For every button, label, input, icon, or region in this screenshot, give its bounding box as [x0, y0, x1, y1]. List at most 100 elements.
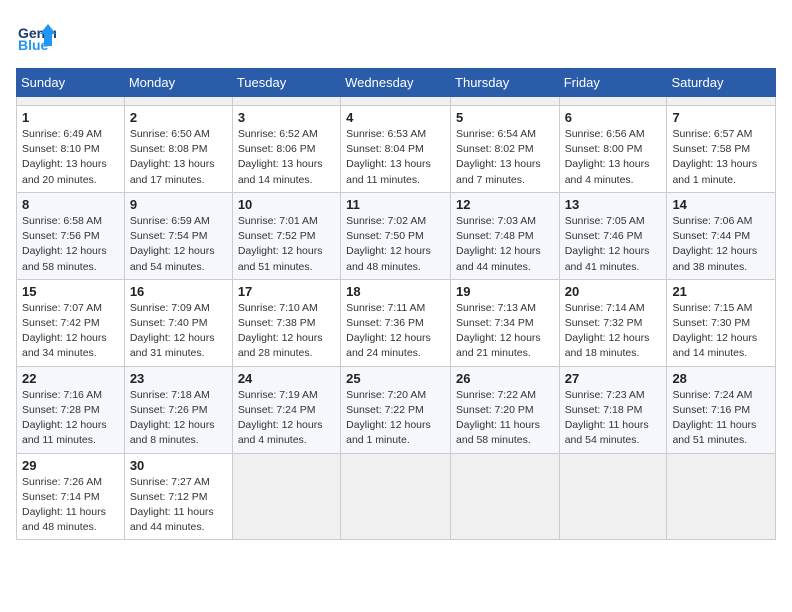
- calendar-table: SundayMondayTuesdayWednesdayThursdayFrid…: [16, 68, 776, 540]
- col-header-saturday: Saturday: [667, 69, 776, 97]
- calendar-cell: 28 Sunrise: 7:24 AMSunset: 7:16 PMDayligh…: [667, 366, 776, 453]
- calendar-cell: [232, 97, 340, 106]
- day-info: Sunrise: 7:14 AMSunset: 7:32 PMDaylight:…: [565, 301, 662, 362]
- day-number: 8: [22, 197, 119, 212]
- calendar-cell: [667, 453, 776, 540]
- calendar-cell: [559, 453, 667, 540]
- calendar-cell: 15 Sunrise: 7:07 AMSunset: 7:42 PMDayligh…: [17, 279, 125, 366]
- day-number: 15: [22, 284, 119, 299]
- col-header-thursday: Thursday: [451, 69, 560, 97]
- calendar-cell: 7 Sunrise: 6:57 AMSunset: 7:58 PMDaylight…: [667, 106, 776, 193]
- day-info: Sunrise: 7:26 AMSunset: 7:14 PMDaylight:…: [22, 475, 119, 536]
- calendar-cell: 2 Sunrise: 6:50 AMSunset: 8:08 PMDaylight…: [124, 106, 232, 193]
- calendar-cell: [451, 97, 560, 106]
- day-number: 20: [565, 284, 662, 299]
- day-number: 28: [672, 371, 770, 386]
- calendar-cell: [232, 453, 340, 540]
- calendar-week-row: 22Sunrise: 7:16 AMSunset: 7:28 PMDayligh…: [17, 366, 776, 453]
- day-number: 13: [565, 197, 662, 212]
- day-info: Sunrise: 7:05 AMSunset: 7:46 PMDaylight:…: [565, 214, 662, 275]
- day-info: Sunrise: 6:53 AMSunset: 8:04 PMDaylight:…: [346, 127, 445, 188]
- day-number: 3: [238, 110, 335, 125]
- calendar-cell: 17Sunrise: 7:10 AMSunset: 7:38 PMDayligh…: [232, 279, 340, 366]
- calendar-cell: 16 Sunrise: 7:09 AMSunset: 7:40 PMDayligh…: [124, 279, 232, 366]
- calendar-cell: 23Sunrise: 7:18 AMSunset: 7:26 PMDayligh…: [124, 366, 232, 453]
- day-info: Sunrise: 7:27 AMSunset: 7:12 PMDaylight:…: [130, 475, 227, 536]
- day-info: Sunrise: 7:15 AMSunset: 7:30 PMDaylight:…: [672, 301, 770, 362]
- day-info: Sunrise: 7:16 AMSunset: 7:28 PMDaylight:…: [22, 388, 119, 449]
- day-info: Sunrise: 7:23 AMSunset: 7:18 PMDaylight:…: [565, 388, 662, 449]
- day-number: 12: [456, 197, 554, 212]
- day-number: 2: [130, 110, 227, 125]
- day-info: Sunrise: 6:57 AMSunset: 7:58 PMDaylight:…: [672, 127, 770, 188]
- calendar-cell: 11 Sunrise: 7:02 AMSunset: 7:50 PMDayligh…: [341, 192, 451, 279]
- calendar-cell: 22Sunrise: 7:16 AMSunset: 7:28 PMDayligh…: [17, 366, 125, 453]
- logo: General Blue: [16, 16, 60, 56]
- calendar-cell: 20 Sunrise: 7:14 AMSunset: 7:32 PMDayligh…: [559, 279, 667, 366]
- day-number: 30: [130, 458, 227, 473]
- day-info: Sunrise: 6:59 AMSunset: 7:54 PMDaylight:…: [130, 214, 227, 275]
- calendar-header-row: SundayMondayTuesdayWednesdayThursdayFrid…: [17, 69, 776, 97]
- day-info: Sunrise: 7:07 AMSunset: 7:42 PMDaylight:…: [22, 301, 119, 362]
- calendar-cell: 30 Sunrise: 7:27 AMSunset: 7:12 PMDayligh…: [124, 453, 232, 540]
- day-number: 1: [22, 110, 119, 125]
- day-info: Sunrise: 6:58 AMSunset: 7:56 PMDaylight:…: [22, 214, 119, 275]
- logo-icon: General Blue: [16, 16, 56, 56]
- calendar-cell: [124, 97, 232, 106]
- day-info: Sunrise: 7:20 AMSunset: 7:22 PMDaylight:…: [346, 388, 445, 449]
- day-info: Sunrise: 7:13 AMSunset: 7:34 PMDaylight:…: [456, 301, 554, 362]
- calendar-week-row: 29Sunrise: 7:26 AMSunset: 7:14 PMDayligh…: [17, 453, 776, 540]
- day-number: 7: [672, 110, 770, 125]
- day-number: 21: [672, 284, 770, 299]
- day-info: Sunrise: 6:56 AMSunset: 8:00 PMDaylight:…: [565, 127, 662, 188]
- day-number: 24: [238, 371, 335, 386]
- calendar-cell: 29Sunrise: 7:26 AMSunset: 7:14 PMDayligh…: [17, 453, 125, 540]
- day-number: 14: [672, 197, 770, 212]
- day-info: Sunrise: 7:02 AMSunset: 7:50 PMDaylight:…: [346, 214, 445, 275]
- col-header-tuesday: Tuesday: [232, 69, 340, 97]
- col-header-monday: Monday: [124, 69, 232, 97]
- day-number: 11: [346, 197, 445, 212]
- day-info: Sunrise: 7:24 AMSunset: 7:16 PMDaylight:…: [672, 388, 770, 449]
- day-number: 23: [130, 371, 227, 386]
- day-number: 26: [456, 371, 554, 386]
- calendar-cell: 3 Sunrise: 6:52 AMSunset: 8:06 PMDaylight…: [232, 106, 340, 193]
- calendar-cell: 27 Sunrise: 7:23 AMSunset: 7:18 PMDayligh…: [559, 366, 667, 453]
- calendar-cell: [341, 97, 451, 106]
- calendar-cell: 4Sunrise: 6:53 AMSunset: 8:04 PMDaylight…: [341, 106, 451, 193]
- calendar-cell: [451, 453, 560, 540]
- calendar-cell: 13 Sunrise: 7:05 AMSunset: 7:46 PMDayligh…: [559, 192, 667, 279]
- calendar-cell: 26Sunrise: 7:22 AMSunset: 7:20 PMDayligh…: [451, 366, 560, 453]
- day-number: 10: [238, 197, 335, 212]
- day-info: Sunrise: 7:11 AMSunset: 7:36 PMDaylight:…: [346, 301, 445, 362]
- calendar-cell: 24Sunrise: 7:19 AMSunset: 7:24 PMDayligh…: [232, 366, 340, 453]
- day-info: Sunrise: 7:03 AMSunset: 7:48 PMDaylight:…: [456, 214, 554, 275]
- calendar-week-row: 15 Sunrise: 7:07 AMSunset: 7:42 PMDayligh…: [17, 279, 776, 366]
- day-info: Sunrise: 7:01 AMSunset: 7:52 PMDaylight:…: [238, 214, 335, 275]
- day-number: 27: [565, 371, 662, 386]
- day-number: 6: [565, 110, 662, 125]
- col-header-sunday: Sunday: [17, 69, 125, 97]
- calendar-cell: [559, 97, 667, 106]
- day-number: 9: [130, 197, 227, 212]
- day-number: 16: [130, 284, 227, 299]
- calendar-week-row: 8 Sunrise: 6:58 AMSunset: 7:56 PMDaylight…: [17, 192, 776, 279]
- page-header: General Blue: [16, 16, 776, 56]
- calendar-cell: 5Sunrise: 6:54 AMSunset: 8:02 PMDaylight…: [451, 106, 560, 193]
- day-info: Sunrise: 7:06 AMSunset: 7:44 PMDaylight:…: [672, 214, 770, 275]
- calendar-cell: 6 Sunrise: 6:56 AMSunset: 8:00 PMDaylight…: [559, 106, 667, 193]
- day-info: Sunrise: 6:49 AMSunset: 8:10 PMDaylight:…: [22, 127, 119, 188]
- day-info: Sunrise: 6:52 AMSunset: 8:06 PMDaylight:…: [238, 127, 335, 188]
- calendar-cell: 12 Sunrise: 7:03 AMSunset: 7:48 PMDayligh…: [451, 192, 560, 279]
- calendar-cell: 18Sunrise: 7:11 AMSunset: 7:36 PMDayligh…: [341, 279, 451, 366]
- calendar-cell: 21 Sunrise: 7:15 AMSunset: 7:30 PMDayligh…: [667, 279, 776, 366]
- calendar-week-row: [17, 97, 776, 106]
- calendar-cell: 25Sunrise: 7:20 AMSunset: 7:22 PMDayligh…: [341, 366, 451, 453]
- day-info: Sunrise: 6:54 AMSunset: 8:02 PMDaylight:…: [456, 127, 554, 188]
- calendar-cell: 14 Sunrise: 7:06 AMSunset: 7:44 PMDayligh…: [667, 192, 776, 279]
- day-info: Sunrise: 7:09 AMSunset: 7:40 PMDaylight:…: [130, 301, 227, 362]
- calendar-cell: 9 Sunrise: 6:59 AMSunset: 7:54 PMDaylight…: [124, 192, 232, 279]
- calendar-cell: [17, 97, 125, 106]
- day-info: Sunrise: 6:50 AMSunset: 8:08 PMDaylight:…: [130, 127, 227, 188]
- svg-text:Blue: Blue: [18, 37, 49, 53]
